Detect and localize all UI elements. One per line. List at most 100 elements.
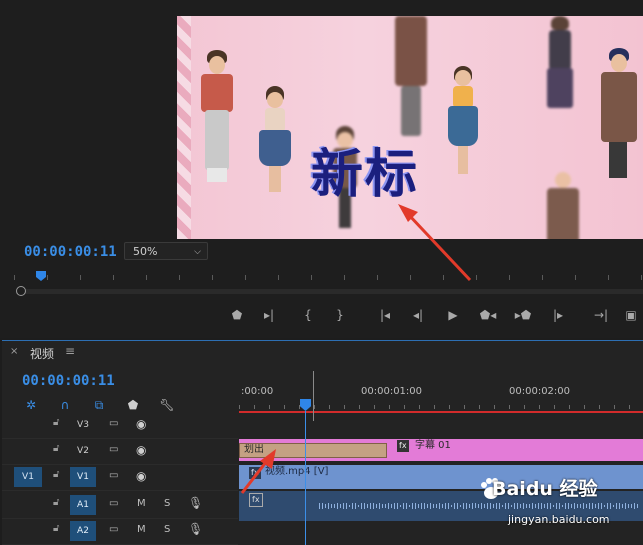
background-pattern bbox=[177, 16, 191, 239]
mute-button[interactable]: M bbox=[137, 524, 146, 535]
add-marker-icon[interactable]: ⬟ bbox=[226, 305, 248, 325]
waveform-bar bbox=[613, 504, 614, 508]
waveform-bar bbox=[403, 502, 404, 510]
mute-button[interactable]: M bbox=[137, 498, 146, 509]
mark-out-icon[interactable]: } bbox=[329, 305, 351, 325]
lock-icon[interactable]: 🔓︎ bbox=[53, 443, 63, 457]
step-forward-icon[interactable]: ⬟◂ bbox=[477, 305, 499, 325]
waveform-bar bbox=[478, 503, 479, 509]
lock-icon[interactable]: 🔓︎ bbox=[53, 497, 63, 511]
source-patch-v1[interactable]: V1 bbox=[14, 467, 42, 487]
play-icon[interactable]: ▶ bbox=[442, 305, 464, 325]
track-header-a2[interactable]: 🔓︎ A2 ▭ M S 🎙︎ bbox=[2, 519, 238, 545]
panel-menu-icon[interactable]: ≡ bbox=[65, 344, 75, 358]
export-frame-icon[interactable]: ▣ bbox=[620, 305, 642, 325]
waveform-bar bbox=[361, 502, 362, 510]
track-name[interactable]: V3 bbox=[70, 415, 96, 435]
mark-in-icon[interactable]: { bbox=[297, 305, 319, 325]
waveform-bar bbox=[391, 504, 392, 508]
linked-selection-icon[interactable]: ⧉ bbox=[90, 396, 108, 414]
waveform-bar bbox=[574, 502, 575, 510]
waveform-bar bbox=[457, 502, 458, 510]
waveform-bar bbox=[484, 503, 485, 509]
eye-icon[interactable]: ◉ bbox=[136, 417, 146, 431]
lock-icon[interactable]: 🔓︎ bbox=[53, 523, 63, 537]
microphone-icon[interactable]: 🎙︎ bbox=[188, 522, 203, 536]
transition-clip[interactable]: 划出 bbox=[239, 443, 387, 458]
solo-button[interactable]: S bbox=[164, 524, 170, 535]
ruler-tick bbox=[179, 275, 180, 280]
lock-icon[interactable]: 🔓︎ bbox=[53, 469, 63, 483]
step-back-icon[interactable]: ◂| bbox=[407, 305, 429, 325]
track-header-v2[interactable]: 🔓︎ V2 ▭ ◉ bbox=[2, 439, 238, 465]
waveform-bar bbox=[412, 502, 413, 510]
close-icon[interactable]: × bbox=[10, 346, 18, 357]
track-name[interactable]: V1 bbox=[70, 467, 96, 487]
sync-lock-icon[interactable]: ▭ bbox=[109, 418, 118, 429]
timeline-tab[interactable]: × 视频 ≡ bbox=[2, 341, 643, 365]
wrench-icon[interactable]: 🔧︎ bbox=[158, 396, 176, 414]
ruler-tick bbox=[329, 405, 330, 409]
ruler-tick bbox=[599, 405, 600, 409]
sync-lock-icon[interactable]: ▭ bbox=[109, 524, 118, 535]
track-name[interactable]: V2 bbox=[70, 441, 96, 461]
ruler-tick bbox=[113, 275, 114, 280]
sequence-tab-title[interactable]: 视频 bbox=[30, 345, 54, 362]
sync-lock-icon[interactable]: ▭ bbox=[109, 470, 118, 481]
waveform-bar bbox=[367, 504, 368, 508]
waveform-bar bbox=[379, 502, 380, 510]
mark-in-out-icon[interactable]: ▸| bbox=[258, 305, 280, 325]
eye-icon[interactable]: ◉ bbox=[136, 443, 146, 457]
go-to-out-icon[interactable]: ▸⬟ bbox=[512, 305, 534, 325]
insert-icon[interactable]: |▸ bbox=[547, 305, 569, 325]
lock-icon[interactable]: 🔓︎ bbox=[53, 417, 63, 431]
solo-button[interactable]: S bbox=[164, 498, 170, 509]
waveform-bar bbox=[592, 502, 593, 510]
track-header-a1[interactable]: 🔓︎ A1 ▭ M S 🎙︎ bbox=[2, 493, 238, 519]
waveform-bar bbox=[559, 502, 560, 510]
ruler-tick bbox=[410, 275, 411, 280]
scrollbar-handle[interactable] bbox=[16, 286, 26, 296]
timeline-timecode[interactable]: 00:00:00:11 bbox=[22, 373, 115, 389]
waveform-bar bbox=[514, 502, 515, 510]
waveform-bar bbox=[601, 502, 602, 510]
timeline-time-ruler[interactable]: :00:00 00:00:01:00 00:00:02:00 bbox=[239, 373, 643, 413]
waveform-bar bbox=[472, 502, 473, 510]
go-to-in-icon[interactable]: |◂ bbox=[374, 305, 396, 325]
waveform-bar bbox=[340, 504, 341, 508]
ruler-tick bbox=[494, 405, 495, 409]
track-header-v1[interactable]: V1 🔓︎ V1 ▭ ◉ bbox=[2, 465, 238, 491]
eye-icon[interactable]: ◉ bbox=[136, 469, 146, 483]
microphone-icon[interactable]: 🎙︎ bbox=[188, 496, 203, 510]
track-name[interactable]: A1 bbox=[70, 495, 96, 515]
sync-lock-icon[interactable]: ▭ bbox=[109, 444, 118, 455]
title-overlay-text[interactable]: 新标 bbox=[310, 148, 418, 200]
nest-sequence-icon[interactable]: ✲ bbox=[22, 396, 40, 414]
waveform-bar bbox=[526, 503, 527, 509]
add-marker-icon[interactable]: ⬟ bbox=[124, 396, 142, 414]
waveform-bar bbox=[580, 503, 581, 509]
zoom-level-select[interactable]: 50% ⌵ bbox=[124, 242, 208, 260]
monitor-zoom-scrollbar[interactable] bbox=[16, 289, 643, 294]
ruler-tick bbox=[479, 405, 480, 409]
snap-magnet-icon[interactable]: ∩ bbox=[56, 396, 74, 414]
track-header-v3[interactable]: 🔓︎ V3 ▭ ◉ bbox=[2, 413, 238, 439]
monitor-time-ruler[interactable] bbox=[14, 268, 643, 288]
overwrite-icon[interactable]: →| bbox=[590, 305, 612, 325]
waveform-bar bbox=[463, 502, 464, 510]
waveform-bar bbox=[388, 502, 389, 510]
track-name[interactable]: A2 bbox=[70, 521, 96, 541]
waveform-bar bbox=[625, 502, 626, 510]
waveform-bar bbox=[415, 503, 416, 509]
sync-lock-icon[interactable]: ▭ bbox=[109, 498, 118, 509]
waveform-bar bbox=[397, 502, 398, 510]
chevron-down-icon: ⌵ bbox=[194, 247, 201, 257]
waveform-bar bbox=[382, 503, 383, 509]
video-preview[interactable]: 新标 bbox=[177, 16, 643, 239]
waveform-bar bbox=[628, 503, 629, 509]
work-area-bar[interactable] bbox=[239, 411, 643, 413]
playhead-timecode[interactable]: 00:00:00:11 bbox=[24, 244, 117, 260]
ruler-tick bbox=[404, 405, 405, 409]
hover-indicator bbox=[313, 371, 314, 421]
fx-badge: fx bbox=[397, 440, 409, 452]
